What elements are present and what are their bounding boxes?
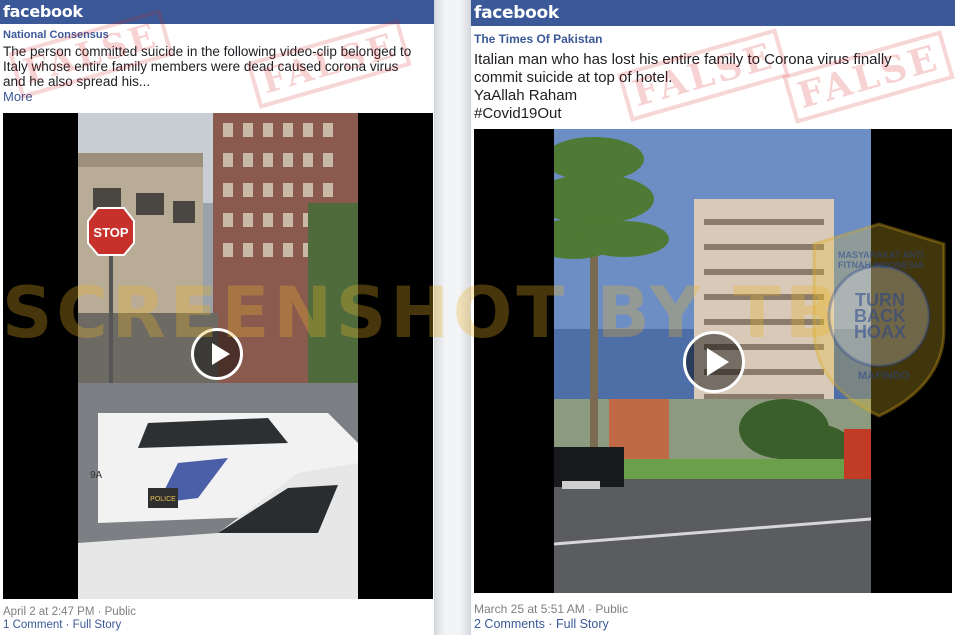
- right-post: The Times Of Pakistan Italian man who ha…: [471, 32, 955, 123]
- stop-sign-text: STOP: [93, 225, 128, 240]
- post-timestamp: March 25 at 5:51 AM · Public: [474, 602, 629, 616]
- post-links: 1 Comment · Full Story: [3, 619, 121, 631]
- comments-link[interactable]: 1 Comment: [3, 619, 62, 631]
- comments-link[interactable]: 2 Comments: [474, 617, 545, 631]
- full-story-link[interactable]: Full Story: [556, 617, 609, 631]
- message-line: Italian man who has lost his entire fami…: [474, 51, 892, 68]
- left-post-panel: facebook National Consensus The person c…: [0, 0, 435, 635]
- panel-gap: [435, 0, 470, 635]
- message-line: YaAllah Raham: [474, 87, 578, 104]
- post-message: Italian man who has lost his entire fami…: [474, 51, 949, 123]
- video-player[interactable]: [474, 129, 952, 593]
- facebook-header-left: facebook: [0, 0, 434, 24]
- message-line: The person committed suicide in the foll…: [3, 44, 412, 59]
- page-name-link[interactable]: National Consensus: [3, 29, 434, 41]
- play-button[interactable]: [683, 331, 745, 393]
- message-line: #Covid19Out: [474, 105, 562, 122]
- left-post: National Consensus The person committed …: [0, 29, 434, 104]
- post-links: 2 Comments · Full Story: [474, 617, 609, 631]
- link-separator: ·: [65, 619, 73, 631]
- facebook-header-right: facebook: [471, 0, 955, 26]
- right-post-panel: facebook The Times Of Pakistan Italian m…: [470, 0, 955, 635]
- car-code-text: 9A: [90, 470, 103, 481]
- facebook-logo[interactable]: facebook: [474, 3, 559, 23]
- facebook-logo[interactable]: facebook: [3, 2, 83, 21]
- more-link[interactable]: More: [3, 89, 434, 104]
- video-player[interactable]: STOP POLICE 9A: [3, 113, 433, 599]
- link-separator: ·: [548, 617, 556, 631]
- post-message: The person committed suicide in the foll…: [3, 44, 428, 89]
- message-line: Italy whose entire family members were d…: [3, 59, 399, 74]
- play-button[interactable]: [191, 328, 243, 380]
- post-timestamp: April 2 at 2:47 PM · Public: [3, 606, 136, 618]
- page-name-link[interactable]: The Times Of Pakistan: [474, 32, 955, 46]
- police-badge-text: POLICE: [150, 496, 176, 503]
- message-line: commit suicide at top of hotel.: [474, 69, 673, 86]
- message-line: and he also spread his...: [3, 74, 151, 89]
- full-story-link[interactable]: Full Story: [73, 619, 122, 631]
